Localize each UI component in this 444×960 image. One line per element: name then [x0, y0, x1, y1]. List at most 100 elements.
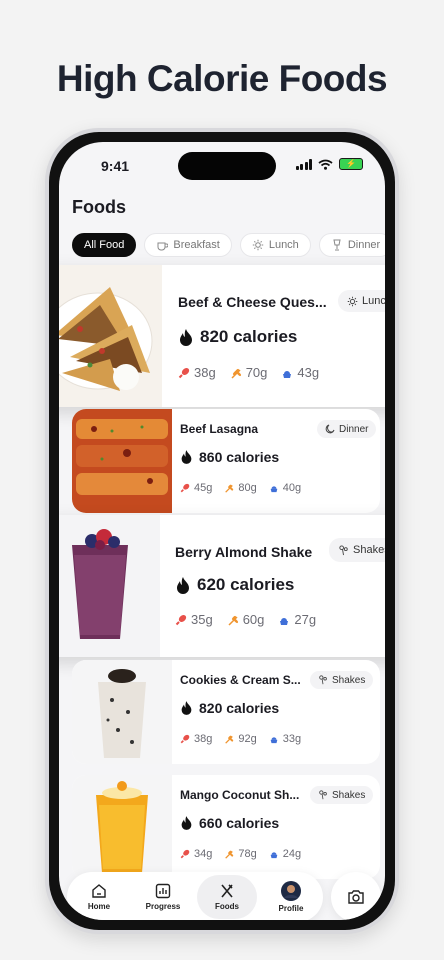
quesadilla-image [59, 265, 162, 407]
protein-value: 34g [194, 848, 213, 860]
drumstick-icon [180, 483, 190, 493]
calorie-row: 820 calories [180, 700, 279, 716]
promo-headline: High Calorie Foods [56, 58, 388, 99]
filter-breakfast[interactable]: Breakfast [144, 233, 232, 257]
fat-drop-icon [270, 486, 278, 493]
carbs-stat: 70g [230, 365, 268, 380]
meal-label: Shakes [353, 544, 385, 556]
phone-frame: 9:41 ⚡ Foods All Food Breakfast Lunch Di… [45, 128, 399, 934]
carbs-stat: 92g [224, 733, 257, 745]
wheat-icon [228, 615, 238, 626]
utensils-icon [221, 884, 233, 898]
filter-dinner[interactable]: Dinner [318, 233, 385, 257]
shake-icon [319, 675, 327, 685]
avatar [281, 881, 301, 901]
drumstick-icon [175, 614, 187, 625]
nav-progress[interactable]: Progress [133, 875, 193, 919]
fat-stat: 33g [269, 733, 301, 745]
wheat-icon [225, 850, 234, 859]
shake-icon [319, 790, 327, 800]
wifi-icon [318, 159, 333, 170]
carbs-value: 78g [238, 848, 257, 860]
calorie-value: 620 calories [197, 575, 295, 594]
food-name: Cookies & Cream S... [180, 673, 301, 687]
food-name: Beef Lasagna [180, 422, 259, 436]
nav-profile[interactable]: Profile [261, 875, 321, 919]
calorie-value: 660 calories [199, 815, 280, 831]
protein-stat: 38g [180, 733, 212, 745]
app-screen: 9:41 ⚡ Foods All Food Breakfast Lunch Di… [59, 142, 385, 920]
food-card[interactable]: Berry Almond Shake Shakes 620 calories 3… [59, 515, 385, 657]
chart-icon [155, 883, 171, 899]
nav-foods[interactable]: Foods [197, 875, 257, 919]
calorie-value: 820 calories [199, 700, 280, 716]
macros-row: 38g 70g 43g [178, 365, 319, 380]
calorie-row: 860 calories [180, 449, 279, 465]
carbs-stat: 78g [224, 848, 257, 860]
protein-stat: 34g [180, 848, 212, 860]
food-name: Mango Coconut Sh... [180, 788, 300, 802]
camera-button[interactable] [331, 872, 381, 920]
macros-row: 34g 78g 24g [180, 848, 301, 860]
nav-home[interactable]: Home [69, 875, 129, 919]
mango-shake-image [72, 775, 172, 879]
protein-value: 38g [194, 365, 216, 380]
protein-value: 35g [191, 612, 213, 627]
sun-icon [252, 239, 264, 251]
meal-label: Shakes [332, 674, 366, 686]
status-time: 9:41 [101, 158, 130, 174]
calorie-row: 820 calories [178, 327, 297, 347]
signal-icon [295, 158, 312, 170]
fat-drop-icon [283, 370, 292, 378]
nav-label: Profile [278, 904, 304, 913]
nav-label: Home [87, 902, 111, 911]
flame-icon [181, 450, 192, 464]
food-card[interactable]: Beef Lasagna Dinner 860 calories 45g 80g… [72, 409, 380, 513]
carbs-value: 60g [242, 612, 265, 627]
filter-chips: All Food Breakfast Lunch Dinner [72, 233, 385, 257]
protein-stat: 35g [175, 612, 213, 627]
meal-badge: Shakes [329, 538, 385, 562]
filter-label: Dinner [347, 239, 381, 251]
carbs-value: 92g [238, 733, 257, 745]
phone-bezel: 9:41 ⚡ Foods All Food Breakfast Lunch Di… [49, 132, 395, 930]
nav-label: Progress [145, 902, 181, 911]
meal-badge: Lunch [338, 290, 385, 312]
food-card[interactable]: Beef & Cheese Ques... Lunch 820 calories… [59, 265, 385, 407]
carbs-stat: 60g [227, 612, 265, 627]
dynamic-island [178, 152, 276, 180]
fat-value: 24g [282, 848, 302, 860]
filter-all-food[interactable]: All Food [72, 233, 137, 257]
protein-stat: 45g [180, 482, 212, 494]
calorie-row: 660 calories [180, 815, 279, 831]
meal-label: Dinner [339, 423, 369, 435]
calorie-row: 620 calories [175, 575, 294, 595]
fat-value: 27g [294, 612, 317, 627]
camera-icon [348, 890, 364, 904]
food-card[interactable]: Cookies & Cream S... Shakes 820 calories… [72, 660, 380, 764]
page-title: Foods [72, 197, 126, 217]
carbs-stat: 80g [224, 482, 257, 494]
fat-value: 43g [297, 365, 320, 380]
nav-label: Foods [215, 902, 239, 911]
food-name: Beef & Cheese Ques... [178, 294, 327, 310]
wheat-icon [225, 735, 234, 744]
glass-icon [333, 239, 341, 251]
flame-icon [181, 701, 192, 715]
coffee-icon [157, 242, 169, 251]
meal-badge: Shakes [310, 786, 374, 804]
lasagna-image [72, 409, 172, 513]
moon-icon [325, 424, 335, 434]
fat-stat: 40g [269, 482, 301, 494]
macros-row: 38g 92g 33g [180, 733, 301, 745]
fat-stat: 27g [278, 612, 316, 627]
fat-drop-icon [270, 737, 278, 744]
fat-drop-icon [280, 617, 289, 625]
filter-label: Lunch [268, 239, 299, 251]
carbs-value: 70g [245, 365, 268, 380]
calorie-value: 860 calories [199, 449, 280, 465]
protein-value: 45g [194, 482, 213, 494]
food-card[interactable]: Mango Coconut Sh... Shakes 660 calories … [72, 775, 380, 879]
filter-label: All Food [84, 239, 125, 251]
filter-lunch[interactable]: Lunch [239, 233, 311, 257]
